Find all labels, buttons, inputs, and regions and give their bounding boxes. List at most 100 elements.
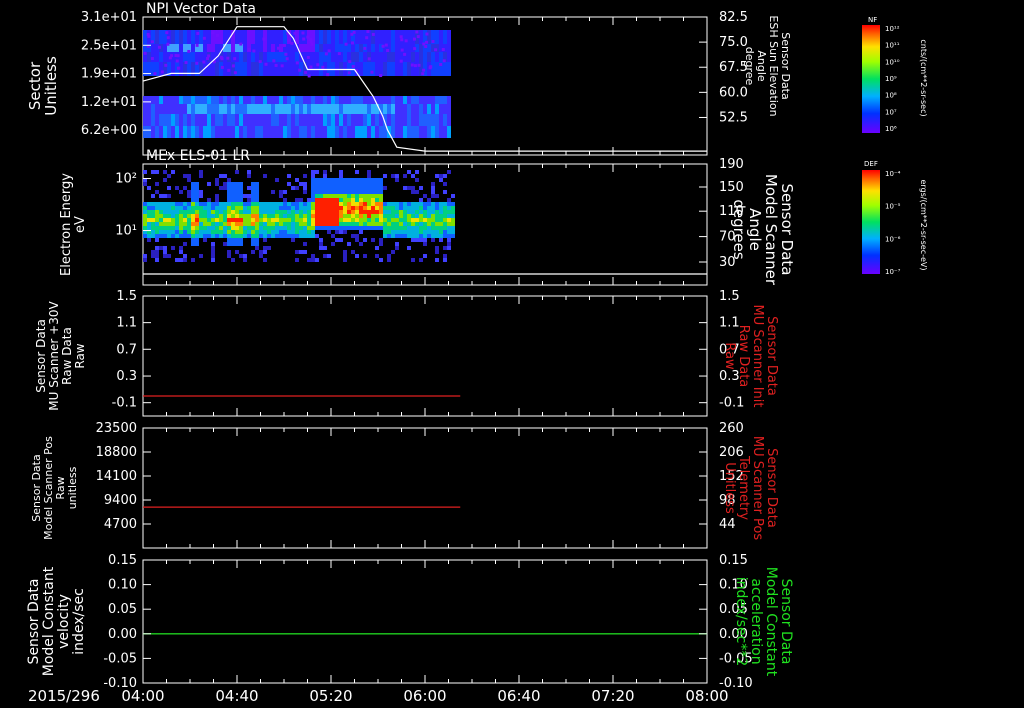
heatmap-cell (295, 210, 299, 214)
heatmap-cell (159, 96, 163, 104)
heatmap-cell (403, 96, 407, 104)
heatmap-cell (327, 190, 331, 194)
heatmap-cell (415, 214, 419, 218)
heatmap-cell (231, 64, 235, 68)
heatmap-cell (395, 214, 399, 218)
heatmap-cell (151, 218, 155, 222)
heatmap-cell (431, 218, 435, 222)
heatmap-cell (363, 126, 367, 138)
heatmap-cell (395, 202, 399, 206)
heatmap-cell (143, 234, 147, 238)
heatmap-cell (399, 210, 403, 214)
heatmap-cell (207, 234, 211, 238)
heatmap-cell (159, 104, 163, 114)
heatmap-cell (291, 104, 295, 114)
heatmap-cell (299, 182, 303, 186)
heatmap-cell (215, 234, 219, 238)
heatmap-cell (165, 31, 169, 35)
heatmap-cell (375, 206, 379, 210)
heatmap-cell (171, 218, 175, 222)
heatmap-cell (439, 178, 443, 182)
heatmap-cell (431, 52, 435, 62)
heatmap-cell (215, 114, 219, 126)
heatmap-cell (183, 206, 187, 210)
y-tick-label-right: -0.1 (719, 396, 744, 411)
heatmap-cell (175, 30, 179, 44)
heatmap-cell (447, 206, 451, 210)
heatmap-cell (155, 206, 159, 210)
heatmap-cell (315, 182, 319, 186)
heatmap-cell (291, 62, 295, 76)
heatmap-cell (219, 126, 223, 138)
heatmap-cell (443, 214, 447, 218)
heatmap-cell (195, 126, 199, 138)
heatmap-cell (167, 174, 171, 178)
heatmap-cell (337, 52, 341, 56)
heatmap-cell (271, 214, 275, 218)
heatmap-cell (159, 226, 163, 230)
heatmap-cell (215, 214, 219, 218)
y-tick-label-right: 1.5 (719, 289, 740, 304)
heatmap-cell (343, 218, 347, 222)
heatmap-cell (159, 214, 163, 218)
heatmap-cell (315, 186, 319, 190)
heatmap-cell (427, 218, 431, 222)
heatmap-cell (315, 210, 319, 214)
heatmap-cell (311, 182, 315, 186)
heatmap-cell (347, 30, 351, 44)
heatmap-cell (275, 222, 279, 226)
heatmap-cell (235, 186, 239, 190)
heatmap-cell (381, 44, 385, 48)
heatmap-cell (247, 104, 251, 114)
heatmap-cell (183, 126, 187, 138)
heatmap-cell (339, 210, 343, 214)
heatmap-cell (383, 226, 387, 230)
heatmap-cell (351, 52, 355, 62)
heatmap-cell (415, 202, 419, 206)
heatmap-cell (255, 234, 259, 238)
heatmap-cell (355, 186, 359, 190)
heatmap-cell (239, 182, 243, 186)
heatmap-cell (247, 226, 251, 230)
heatmap-cell (299, 104, 303, 114)
heatmap-cell (299, 198, 303, 202)
heatmap-cell (295, 198, 299, 202)
heatmap-cell (386, 48, 390, 52)
heatmap-cell (195, 198, 199, 202)
heatmap-cell (187, 49, 191, 53)
heatmap-cell (295, 234, 299, 238)
heatmap-cell (155, 96, 159, 104)
heatmap-cell (309, 65, 313, 69)
heatmap-cell (199, 30, 203, 44)
heatmap-cell (311, 114, 315, 126)
heatmap-cell (227, 198, 231, 202)
heatmap-cell (315, 234, 319, 238)
heatmap-cell (191, 202, 195, 206)
heatmap-cell (375, 182, 379, 186)
heatmap-cell (323, 182, 327, 186)
y-axis-label: Electron EnergyeV (59, 173, 88, 276)
heatmap-cell (371, 126, 375, 138)
heatmap-cell (255, 230, 259, 234)
heatmap-cell (191, 104, 195, 114)
heatmap-cell (431, 104, 435, 114)
heatmap-cell (367, 214, 371, 218)
heatmap-cell (407, 96, 411, 104)
heatmap-cell (411, 114, 415, 126)
heatmap-cell (235, 202, 239, 206)
heatmap-cell (271, 96, 275, 104)
heatmap-cell (255, 238, 259, 242)
heatmap-cell (447, 214, 451, 218)
heatmap-cell (434, 48, 438, 52)
heatmap-cell (371, 178, 375, 182)
y-tick-label-right: 60.0 (719, 85, 748, 100)
heatmap-cell (272, 59, 276, 63)
heatmap-cell (335, 194, 339, 198)
heatmap-cell (403, 206, 407, 210)
heatmap-cell (347, 178, 351, 182)
heatmap-cell (251, 198, 255, 202)
heatmap-cell (215, 218, 219, 222)
heatmap-cell (199, 206, 203, 210)
heatmap-cell (239, 226, 243, 230)
heatmap-cell (155, 254, 159, 258)
